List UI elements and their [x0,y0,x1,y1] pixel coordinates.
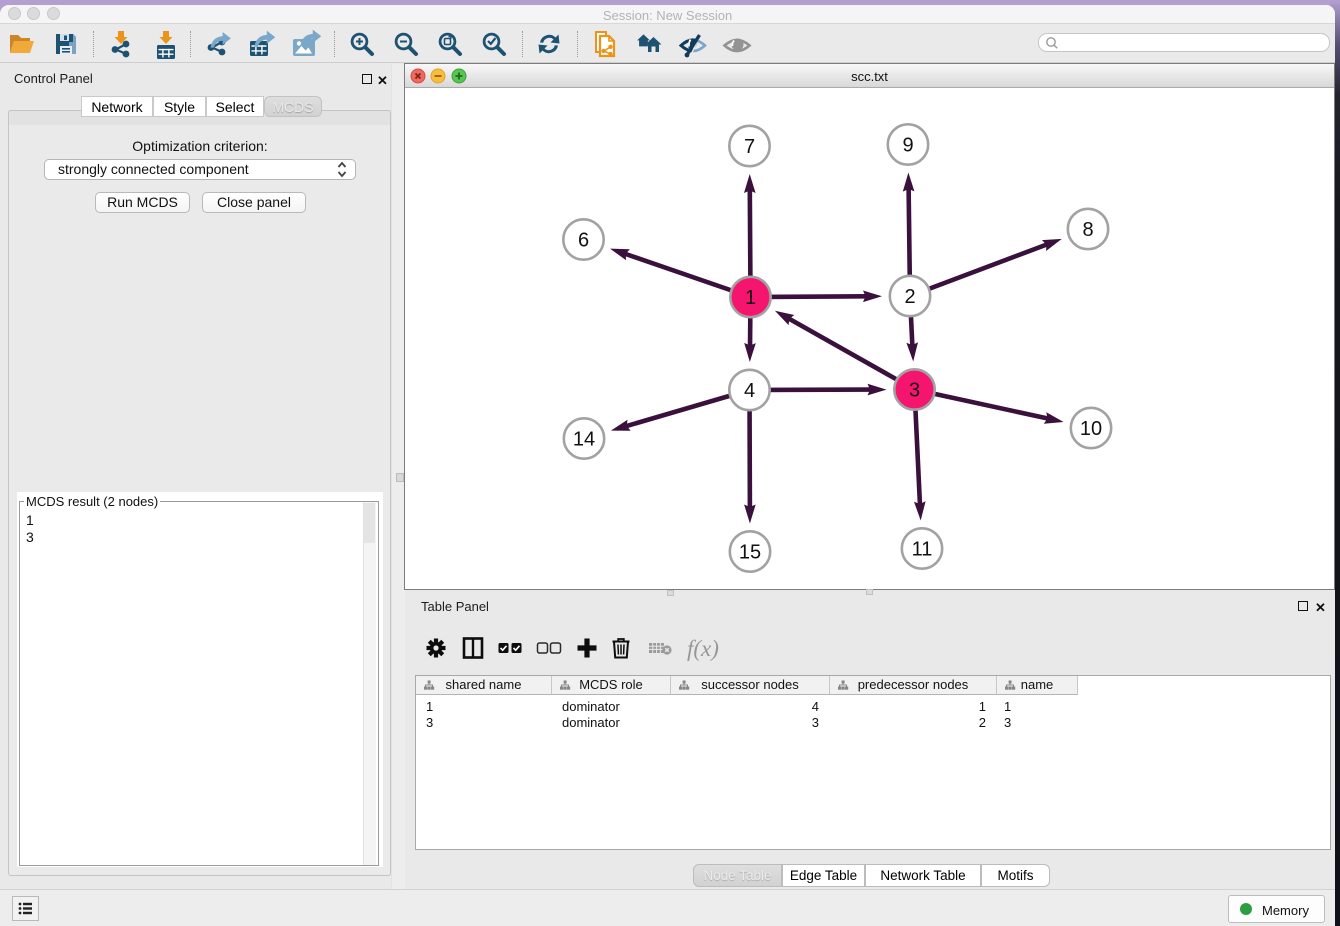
svg-text:7: 7 [744,136,755,158]
svg-text:1: 1 [745,287,756,309]
svg-text:9: 9 [902,135,913,157]
svg-text:3: 3 [909,380,920,402]
svg-text:4: 4 [744,380,755,402]
svg-text:2: 2 [904,286,915,308]
svg-text:11: 11 [912,539,933,561]
svg-text:f(x): f(x) [687,636,719,661]
svg-text:15: 15 [739,542,761,564]
svg-text:6: 6 [578,230,589,252]
svg-text:10: 10 [1080,418,1102,440]
svg-text:14: 14 [573,429,595,451]
svg-text:8: 8 [1082,219,1093,241]
